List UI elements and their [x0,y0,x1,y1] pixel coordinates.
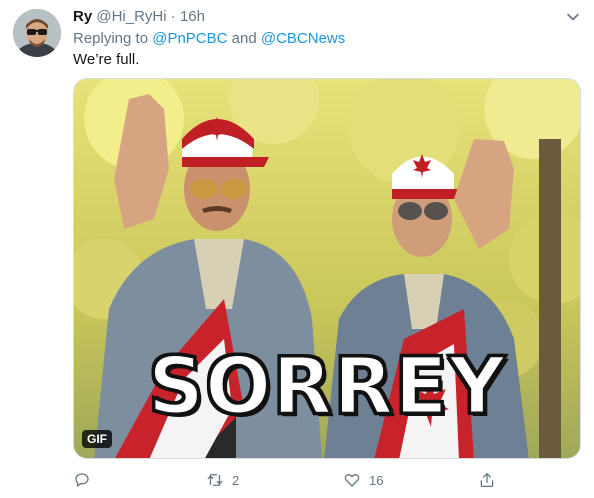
retweet-icon [207,474,223,486]
user-handle[interactable]: @Hi_RyHi [96,8,166,25]
replying-to-label: Replying to [73,30,149,47]
mention-link[interactable]: @CBCNews [261,30,345,47]
display-name[interactable]: Ry [73,8,92,25]
share-icon [480,472,494,488]
gif-badge: GIF [82,430,112,448]
share-button[interactable] [478,470,496,490]
like-count: 16 [369,472,384,488]
gif-media[interactable]: SORREY GIF [73,78,581,459]
separator-dot: · [170,8,176,25]
caret-down-icon[interactable] [565,9,581,25]
retweet-count: 2 [232,472,240,488]
reply-button[interactable] [73,470,99,490]
tweet-header: Ry @Hi_RyHi · 16h [73,7,205,27]
gif-caption: SORREY [146,342,507,432]
reply-icon [75,473,89,487]
like-icon [344,474,360,487]
retweet-button[interactable]: 2 [206,470,239,490]
avatar[interactable] [13,9,61,57]
tweet[interactable]: Ry @Hi_RyHi · 16h Replying to @PnPCBC an… [0,0,594,498]
tweet-text: We’re full. [73,51,140,68]
replying-to-joiner: and [231,30,257,47]
like-button[interactable]: 16 [343,470,383,490]
tweet-actions: 2 16 [73,470,503,490]
mention-link[interactable]: @PnPCBC [152,30,227,47]
timestamp[interactable]: 16h [180,8,205,25]
replying-to: Replying to @PnPCBC and @CBCNews [73,29,345,49]
